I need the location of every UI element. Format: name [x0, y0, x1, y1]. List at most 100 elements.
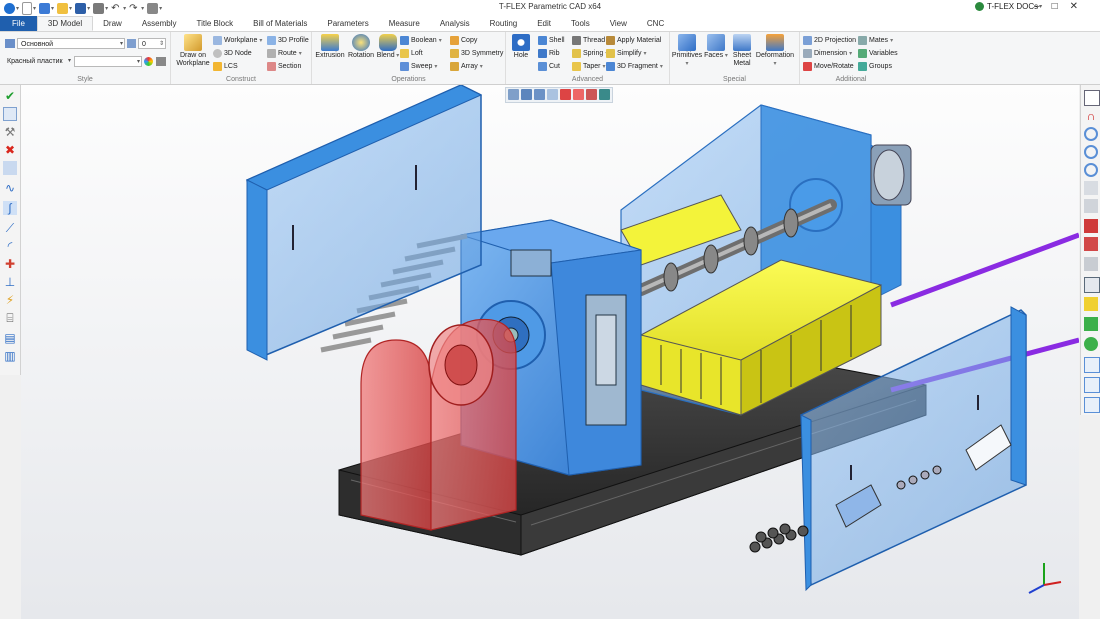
cancel-x-icon[interactable]: ✖ — [3, 143, 17, 157]
filter-edge-icon[interactable] — [521, 89, 532, 100]
curve-icon[interactable]: ∿ — [3, 181, 17, 195]
select-loop-icon[interactable] — [586, 89, 597, 100]
axis-icon[interactable]: ⊥ — [3, 275, 17, 289]
spline-icon[interactable]: ∫ — [3, 201, 17, 215]
polyline-icon[interactable]: ⟋ — [3, 221, 17, 235]
tab-view[interactable]: View — [600, 16, 637, 31]
primitives-button[interactable]: Primitives ▾ — [671, 34, 703, 68]
properties-icon[interactable] — [3, 107, 17, 121]
tab-routing[interactable]: Routing — [480, 16, 528, 31]
3d-node-button[interactable]: 3D Node — [213, 48, 252, 59]
rotate-view-icon[interactable] — [1084, 199, 1098, 213]
section-button[interactable]: Section — [267, 61, 301, 72]
magnet-icon[interactable]: ∩ — [1084, 109, 1098, 123]
3d-model-scene[interactable] — [21, 85, 1079, 619]
boolean-button[interactable]: Boolean ▾ — [400, 35, 442, 46]
tab-analysis[interactable]: Analysis — [430, 16, 480, 31]
rotation-button[interactable]: Rotation — [346, 34, 376, 60]
tab-assembly[interactable]: Assembly — [132, 16, 187, 31]
grid-view-icon[interactable] — [1084, 90, 1100, 106]
minimize-button[interactable]: – — [1034, 1, 1040, 12]
3d-symmetry-button[interactable]: 3D Symmetry — [450, 48, 503, 59]
pan-icon[interactable] — [1084, 181, 1098, 195]
tab-title-block[interactable]: Title Block — [187, 16, 244, 31]
tab-cnc[interactable]: CNC — [637, 16, 674, 31]
tab-draw[interactable]: Draw — [93, 16, 132, 31]
shell-button[interactable]: Shell — [538, 35, 565, 46]
camera-icon[interactable] — [1084, 357, 1100, 373]
select-body-icon[interactable] — [547, 89, 558, 100]
select-red-face-icon[interactable] — [573, 89, 584, 100]
move-rotate-button[interactable]: Move/Rotate — [803, 61, 854, 72]
select-red-icon[interactable] — [560, 89, 571, 100]
tab-3d-model[interactable]: 3D Model — [36, 16, 94, 31]
spring-button[interactable]: Spring▾ — [572, 48, 608, 59]
rib-button[interactable]: Rib — [538, 48, 560, 59]
zoom-out-icon[interactable] — [1084, 163, 1098, 177]
tools-icon[interactable]: ⚒ — [3, 125, 17, 139]
color-combo[interactable]: ▾ — [74, 56, 142, 67]
point-icon[interactable]: ✚ — [3, 257, 17, 271]
confirm-check-icon[interactable]: ✔ — [3, 89, 17, 103]
book-icon[interactable]: ▥ — [3, 349, 17, 363]
material-combo[interactable]: Красный пластик ▾ — [4, 56, 72, 67]
copy-button[interactable]: Copy — [450, 35, 477, 46]
clip-icon[interactable] — [1084, 237, 1098, 251]
tab-parameters[interactable]: Parameters — [317, 16, 378, 31]
material-view-icon[interactable] — [1084, 337, 1098, 351]
views-icon[interactable] — [1084, 377, 1100, 393]
thread-button[interactable]: Thread — [572, 35, 605, 46]
draw-on-workplane-button[interactable]: Draw on Workplane — [173, 34, 213, 68]
extrusion-button[interactable]: Extrusion — [314, 34, 346, 60]
filter-face-icon[interactable] — [534, 89, 545, 100]
library-icon[interactable]: ▤ — [3, 331, 17, 345]
section-view-icon[interactable] — [1084, 219, 1098, 233]
render-icon[interactable] — [1084, 257, 1098, 271]
workplane-button[interactable]: Workplane ▾ — [213, 35, 262, 46]
display-icon[interactable] — [1084, 317, 1098, 331]
dimension-button[interactable]: Dimension ▾ — [803, 48, 852, 59]
loft-button[interactable]: Loft — [400, 48, 423, 59]
tab-bill-of-materials[interactable]: Bill of Materials — [243, 16, 317, 31]
variables-button[interactable]: Variables — [858, 48, 898, 59]
lightning-icon[interactable]: ⚡ — [3, 293, 17, 307]
preview-icon[interactable] — [3, 161, 17, 175]
zoom-icon[interactable] — [1084, 127, 1098, 141]
zoom-in-icon[interactable] — [1084, 145, 1098, 159]
tab-file[interactable]: File — [0, 16, 37, 31]
settings-view-icon[interactable] — [1084, 397, 1100, 413]
faces-button[interactable]: Faces ▾ — [703, 34, 729, 60]
cut-button[interactable]: Cut — [538, 61, 560, 72]
apply-material-button[interactable]: Apply Material — [606, 35, 661, 46]
red-bracket[interactable] — [360, 318, 517, 531]
material-swatch-icon[interactable] — [156, 57, 166, 66]
groups-button[interactable]: Groups — [858, 61, 892, 72]
light-icon[interactable] — [1084, 297, 1098, 311]
lcs-button[interactable]: LCS — [213, 61, 238, 72]
2d-projection-button[interactable]: 2D Projection — [803, 35, 856, 46]
window-icon[interactable] — [1084, 277, 1100, 293]
sheet-metal-button[interactable]: Sheet Metal — [729, 34, 755, 68]
measure-icon[interactable]: ⌸ — [3, 311, 17, 325]
docs-area[interactable]: T-FLEX DOCs ▾ — [975, 2, 1042, 11]
blend-button[interactable]: Blend ▾ — [376, 34, 400, 60]
deformation-button[interactable]: Deformation ▾ — [755, 34, 795, 68]
taper-button[interactable]: Taper ▾ — [572, 61, 606, 72]
hole-button[interactable]: Hole — [509, 34, 533, 60]
level-stepper[interactable]: 0 ⇕ — [138, 38, 166, 49]
arc-icon[interactable]: ◜ — [3, 239, 17, 253]
3d-fragment-button[interactable]: 3D Fragment ▾ — [606, 61, 663, 72]
sweep-button[interactable]: Sweep ▾ — [400, 61, 437, 72]
select-chain-icon[interactable] — [599, 89, 610, 100]
array-button[interactable]: Array ▾ — [450, 61, 483, 72]
close-button[interactable]: ✕ — [1070, 1, 1078, 12]
3d-viewport[interactable] — [21, 85, 1079, 619]
filter-icon[interactable] — [508, 89, 519, 100]
3d-profile-button[interactable]: 3D Profile — [267, 35, 309, 46]
route-button[interactable]: Route ▾ — [267, 48, 302, 59]
mates-button[interactable]: Mates ▾ — [858, 35, 893, 46]
tab-tools[interactable]: Tools — [561, 16, 600, 31]
layer-combo[interactable]: Основной ▾ — [17, 38, 125, 49]
tab-measure[interactable]: Measure — [379, 16, 430, 31]
tab-edit[interactable]: Edit — [527, 16, 561, 31]
